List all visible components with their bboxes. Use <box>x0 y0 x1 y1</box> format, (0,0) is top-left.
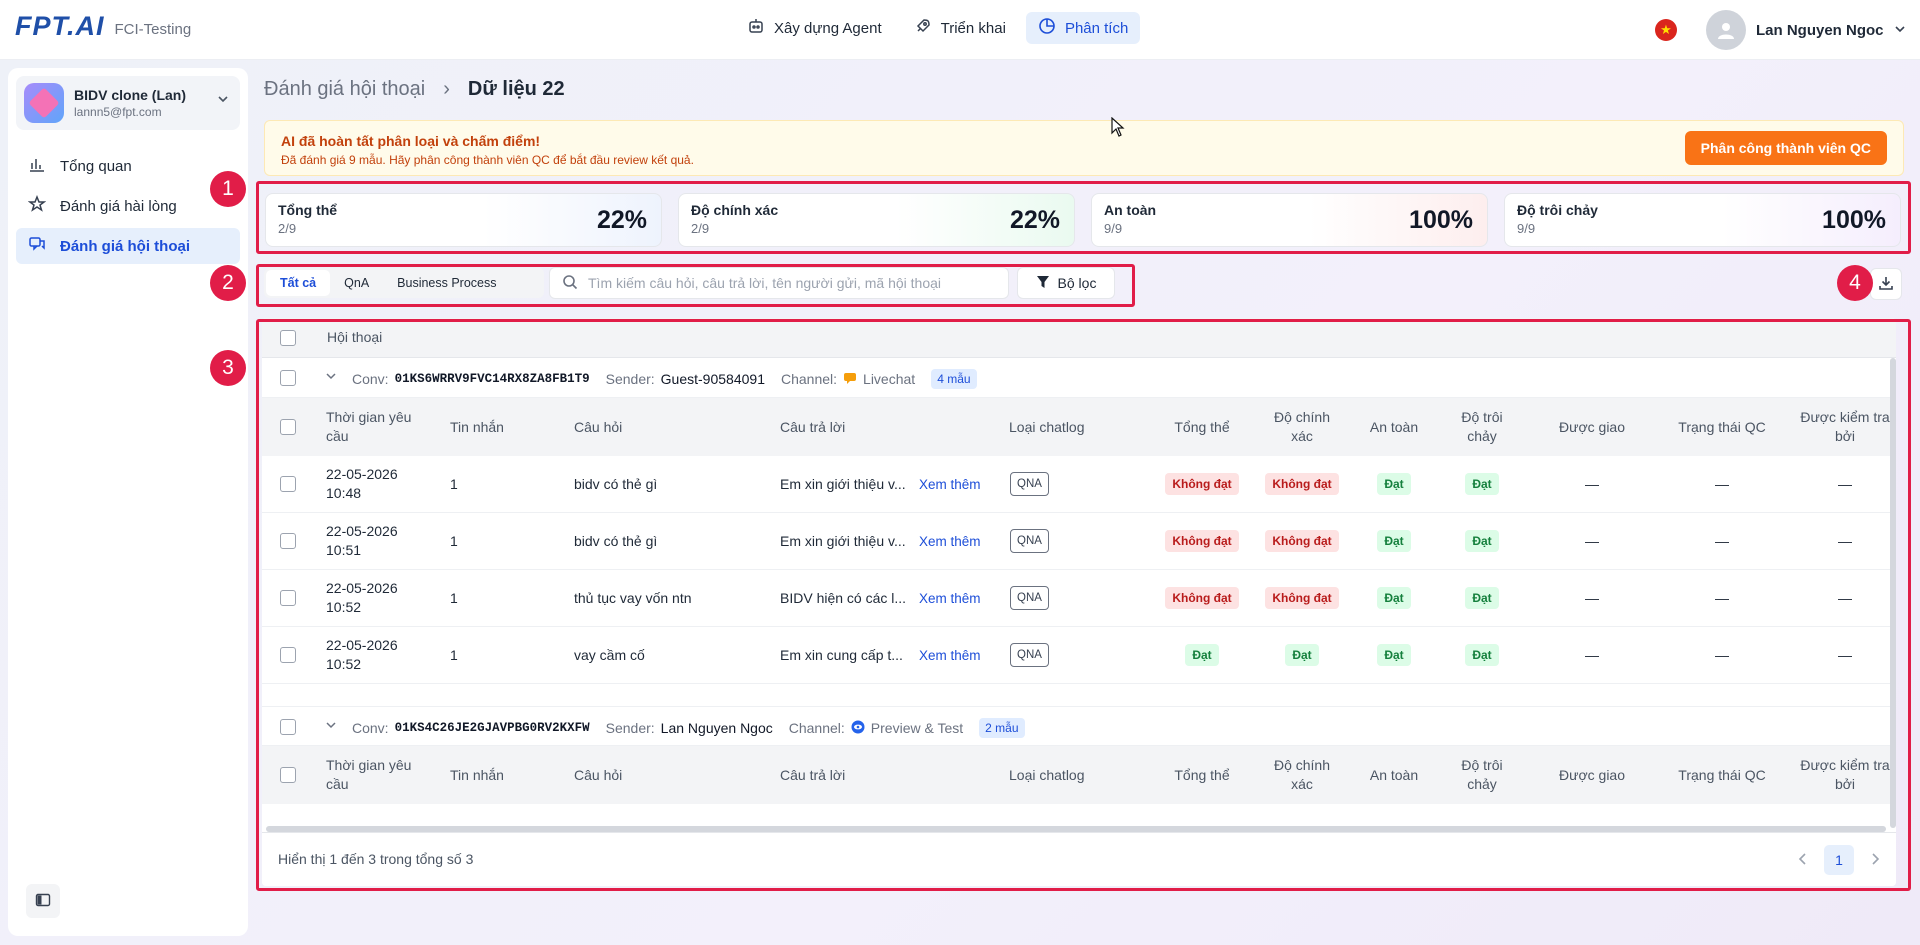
sidebar-item-conversation-eval[interactable]: Đánh giá hội thoại <box>16 228 240 264</box>
flag-star: ★ <box>1660 22 1672 37</box>
chart-pie-icon <box>1038 17 1056 39</box>
chat-icon <box>28 235 46 257</box>
main-nav: Xây dựng Agent Triển khai Phân tích <box>735 12 1141 44</box>
banner-subtitle: Đã đánh giá 9 mẫu. Hãy phân công thành v… <box>281 153 694 167</box>
bar-chart-icon <box>28 155 46 177</box>
sidebar-item-label: Đánh giá hội thoại <box>60 237 190 255</box>
sidebar-item-satisfaction[interactable]: Đánh giá hài lòng <box>16 188 240 224</box>
nav-deploy-label: Triển khai <box>940 19 1006 37</box>
robot-icon <box>747 17 765 39</box>
workspace-switcher[interactable]: BIDV clone (Lan) lannn5@fpt.com <box>16 76 240 130</box>
annotation-marker-2: 2 <box>210 265 246 301</box>
star-icon <box>27 194 47 217</box>
banner-title: AI đã hoàn tất phân loại và chấm điểm! <box>281 133 541 149</box>
sidebar-collapse-button[interactable] <box>26 884 60 918</box>
nav-build-agent[interactable]: Xây dựng Agent <box>735 12 894 44</box>
top-bar: FPT.AI FCI-Testing Xây dựng Agent Triển … <box>0 0 1920 60</box>
assign-qc-button[interactable]: Phân công thành viên QC <box>1684 131 1887 165</box>
annotation-box-1 <box>256 181 1911 254</box>
nav-analytics[interactable]: Phân tích <box>1025 12 1141 44</box>
sidebar-item-label: Tổng quan <box>60 157 132 175</box>
workspace-name: BIDV clone (Lan) <box>74 87 187 103</box>
user-menu[interactable]: Lan Nguyen Ngoc <box>1706 9 1906 51</box>
mouse-cursor-icon <box>1111 116 1125 140</box>
vietnam-flag-icon[interactable]: ★ <box>1655 19 1677 41</box>
breadcrumb: Đánh giá hội thoại › Dữ liệu 22 <box>264 78 565 101</box>
org-name: FCI-Testing <box>114 21 192 38</box>
nav-build-agent-label: Xây dựng Agent <box>774 19 882 37</box>
breadcrumb-parent[interactable]: Đánh giá hội thoại <box>264 78 425 101</box>
workspace-avatar <box>24 83 64 123</box>
annotation-box-3 <box>256 319 1911 891</box>
download-button[interactable] <box>1870 268 1902 300</box>
logo-text: FPT.AI <box>15 11 105 41</box>
download-icon <box>1878 275 1894 294</box>
chevron-down-icon <box>1894 22 1906 38</box>
fpt-ai-logo[interactable]: FPT.AI FCI-Testing <box>15 10 191 42</box>
breadcrumb-separator: › <box>443 78 450 100</box>
rocket-icon <box>914 17 932 39</box>
annotation-marker-3: 3 <box>210 350 246 386</box>
nav-analytics-label: Phân tích <box>1064 19 1129 37</box>
nav-deploy[interactable]: Triển khai <box>902 12 1018 44</box>
completion-banner: AI đã hoàn tất phân loại và chấm điểm! Đ… <box>264 120 1904 176</box>
workspace-email: lannn5@fpt.com <box>74 105 162 119</box>
avatar <box>1706 10 1746 50</box>
sidebar-item-overview[interactable]: Tổng quan <box>16 148 240 184</box>
annotation-box-2 <box>256 264 1135 307</box>
page-title: Dữ liệu 22 <box>467 78 565 100</box>
panel-left-icon <box>35 892 51 911</box>
annotation-marker-4: 4 <box>1837 265 1873 301</box>
chevron-down-icon <box>216 92 230 109</box>
sidebar-item-label: Đánh giá hài lòng <box>60 197 177 215</box>
user-name: Lan Nguyen Ngoc <box>1756 21 1884 39</box>
annotation-marker-1: 1 <box>210 171 246 207</box>
